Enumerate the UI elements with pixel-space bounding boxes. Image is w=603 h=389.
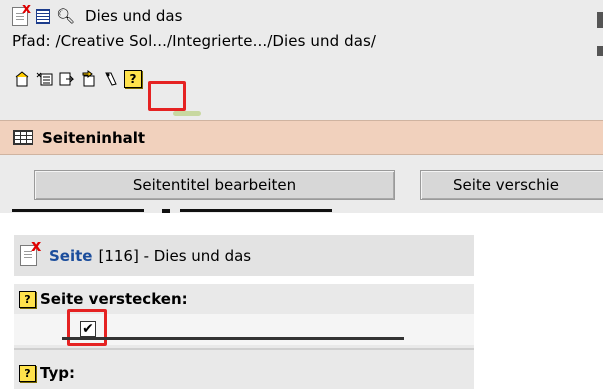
help-icon[interactable]: ?: [19, 364, 36, 382]
hide-page-label: Seite verstecken:: [40, 290, 188, 308]
highlight-marker: [67, 309, 107, 346]
type-select[interactable]: [62, 337, 404, 340]
toolbar: ?: [14, 69, 146, 89]
highlight-marker: [148, 81, 186, 111]
wizard-icon[interactable]: [102, 70, 120, 88]
scroll-edge: [597, 46, 603, 56]
record-table-link[interactable]: Seite: [49, 247, 92, 265]
help-icon[interactable]: ?: [19, 290, 36, 308]
breadcrumb-path: Pfad: /Creative Sol.../Integrierte.../Di…: [12, 32, 377, 50]
page-new-icon[interactable]: [14, 70, 32, 88]
scroll-edge: [597, 12, 603, 28]
help-icon[interactable]: ?: [124, 70, 142, 88]
section-title: Seiteninhalt: [42, 128, 146, 147]
divider: [14, 348, 474, 350]
copy-icon[interactable]: [58, 70, 76, 88]
top-panel: x 🔍︎ Dies und das Pfad: /Creative Sol...…: [0, 0, 603, 213]
hover-indicator: [173, 111, 201, 116]
record-list-icon[interactable]: [36, 70, 54, 88]
record-header: x Seite [116] - Dies und das: [14, 235, 474, 276]
search-icon[interactable]: 🔍︎: [56, 7, 75, 25]
section-header: Seiteninhalt: [0, 120, 603, 155]
page-delete-icon[interactable]: x: [20, 238, 41, 266]
move-page-button[interactable]: Seite verschie: [420, 170, 603, 200]
record-id-title: [116] - Dies und das: [98, 246, 252, 265]
grid-icon: [13, 130, 33, 145]
field-type-label: ? Typ:: [19, 364, 75, 382]
edit-title-button[interactable]: Seitentitel bearbeiten: [34, 170, 395, 200]
move-icon[interactable]: [80, 70, 98, 88]
header-row: x 🔍︎ Dies und das: [12, 2, 183, 27]
field-hide-page-label: ? Seite verstecken:: [19, 290, 188, 308]
record-editor-panel: x Seite [116] - Dies und das ? Seite ver…: [14, 235, 474, 389]
page-title: Dies und das: [85, 7, 183, 25]
tab-strip-edge: [0, 207, 603, 213]
type-label: Typ:: [40, 364, 75, 382]
page-delete-icon[interactable]: x: [12, 2, 31, 26]
list-view-icon[interactable]: [36, 8, 50, 24]
